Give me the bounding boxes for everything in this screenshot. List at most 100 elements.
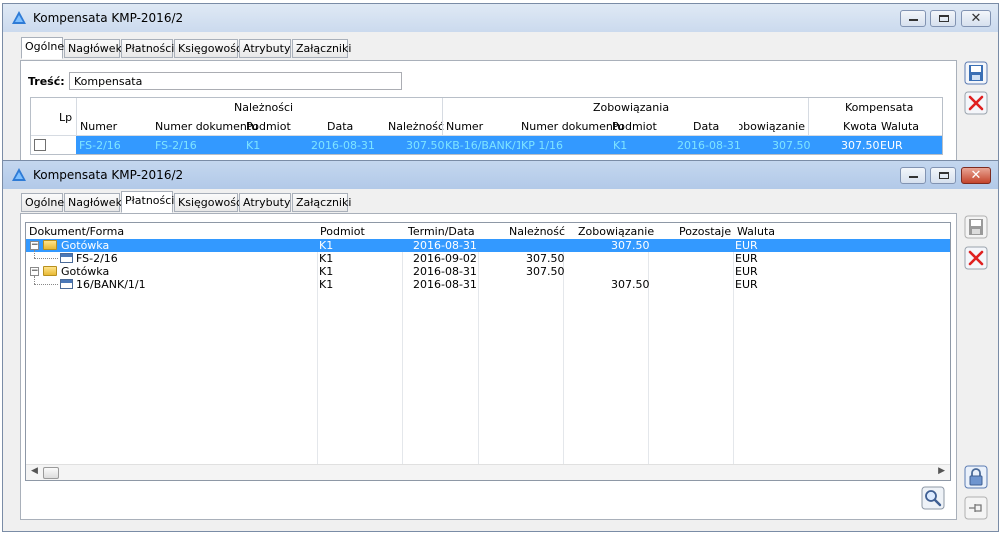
collapse-icon[interactable]: −: [30, 267, 39, 276]
cell-podmiot: K1: [319, 252, 334, 265]
minimize-button[interactable]: [900, 10, 926, 27]
col-waluta: Waluta: [881, 120, 919, 133]
cell-z-data: 2016-08-31: [677, 139, 741, 152]
cell-podmiot: K1: [319, 278, 334, 291]
delete-icon[interactable]: [964, 246, 988, 270]
col-z-data: Data: [693, 120, 720, 133]
tresc-label: Treść:: [28, 75, 65, 88]
col-lp: Lp: [59, 111, 73, 124]
cell-podmiot: K1: [319, 265, 334, 278]
cell-naleznosc: 307.50: [526, 265, 565, 278]
list-row-selected[interactable]: − Gotówka K1 2016-08-31 307.50 EUR: [26, 239, 950, 252]
close-icon: ✕: [970, 11, 982, 26]
scroll-right-icon[interactable]: ▶: [938, 466, 945, 476]
cell-doc: Gotówka: [61, 265, 110, 278]
maximize-icon: [939, 172, 949, 179]
cell-waluta: EUR: [735, 252, 758, 265]
save-icon[interactable]: [964, 215, 988, 239]
col-zobowiazanie: Zobowiązanie: [739, 120, 805, 133]
maximize-button[interactable]: [930, 10, 956, 27]
cell-z-numer: KB-16/BANK/1/: [445, 139, 520, 152]
window-title: Kompensata KMP-2016/2: [33, 11, 184, 25]
tab-atrybuty[interactable]: Atrybuty: [239, 39, 291, 58]
close-button[interactable]: ✕: [961, 10, 991, 27]
cell-data: 2016-09-02: [413, 252, 477, 265]
tab-atrybuty[interactable]: Atrybuty: [239, 193, 291, 212]
tab-zalaczniki[interactable]: Załączniki: [292, 39, 351, 58]
list-row[interactable]: 16/BANK/1/1 K1 2016-08-31 307.50 EUR: [26, 276, 950, 291]
col-numer-dokumentu: Numer dokumentu: [155, 120, 259, 133]
tab-zalaczniki[interactable]: Załączniki: [292, 193, 351, 212]
col-termin-data: Termin/Data: [408, 225, 475, 238]
col-data: Data: [327, 120, 354, 133]
tab-ksiegowosc[interactable]: Księgowość: [174, 193, 242, 212]
cell-doc: Gotówka: [61, 239, 110, 252]
window-title: Kompensata KMP-2016/2: [33, 168, 184, 182]
save-icon[interactable]: [964, 61, 988, 85]
maximize-button[interactable]: [930, 167, 956, 184]
col-naleznosc: Należność: [509, 225, 566, 238]
minimize-button[interactable]: [900, 167, 926, 184]
search-icon[interactable]: [921, 486, 945, 510]
list-row[interactable]: FS-2/16 K1 2016-09-02 307.50 EUR: [26, 250, 950, 265]
scroll-left-icon[interactable]: ◀: [31, 466, 38, 476]
lock-icon[interactable]: [964, 465, 988, 489]
col-zobowiazanie: Zobowiązanie: [578, 225, 655, 238]
folder-icon: [43, 240, 57, 250]
col-podmiot: Podmiot: [320, 225, 365, 238]
col-kwota: Kwota: [843, 120, 877, 133]
group-kompensata: Kompensata: [845, 101, 914, 114]
scroll-thumb[interactable]: [43, 467, 59, 479]
delete-icon[interactable]: [964, 91, 988, 115]
cell-n-kwota: 307.50: [406, 139, 445, 152]
tab-ogolne[interactable]: Ogólne: [21, 193, 64, 212]
maximize-icon: [939, 15, 949, 22]
col-waluta: Waluta: [737, 225, 775, 238]
cell-podmiot: K1: [319, 239, 334, 252]
col-z-numer: Numer: [446, 120, 484, 133]
cell-doc: 16/BANK/1/1: [76, 278, 146, 291]
cell-waluta: EUR: [735, 278, 758, 291]
cell-waluta: EUR: [735, 239, 758, 252]
title-bar: Kompensata KMP-2016/2 ✕: [3, 4, 998, 32]
pin-icon[interactable]: [964, 496, 988, 520]
cell-n-podmiot: K1: [246, 139, 261, 152]
cell-data: 2016-08-31: [413, 239, 477, 252]
tab-platnosci[interactable]: Płatności: [121, 191, 174, 213]
folder-icon: [43, 266, 57, 276]
cell-n-numer: FS-2/16: [79, 139, 121, 152]
tab-naglowek[interactable]: Nagłówek: [64, 39, 122, 58]
col-z-numer-dokumentu: Numer dokumentu: [521, 120, 625, 133]
document-icon: [60, 279, 73, 289]
tresc-value: Kompensata: [74, 75, 143, 88]
col-numer: Numer: [80, 120, 118, 133]
list-row[interactable]: − Gotówka K1 2016-08-31 307.50 EUR: [26, 265, 950, 278]
platnosci-list[interactable]: Dokument/Forma Podmiot Termin/Data Należ…: [25, 222, 951, 481]
group-naleznosci: Należności: [234, 101, 294, 114]
close-button[interactable]: ✕: [961, 167, 991, 184]
tab-ksiegowosc[interactable]: Księgowość: [174, 39, 242, 58]
app-logo-icon: [12, 168, 26, 181]
col-naleznosc: Należność: [388, 120, 445, 133]
cell-doc: FS-2/16: [76, 252, 118, 265]
document-icon: [60, 253, 73, 263]
tresc-input[interactable]: Kompensata: [69, 72, 402, 90]
horizontal-scrollbar[interactable]: ◀ ▶: [26, 464, 950, 480]
row-checkbox[interactable]: [34, 139, 46, 151]
cell-z-podmiot: K1: [613, 139, 628, 152]
group-zobowiazania: Zobowiązania: [593, 101, 670, 114]
cell-lp: 1: [68, 139, 75, 152]
cell-zobowiazanie: 307.50: [611, 278, 650, 291]
kompensata-grid[interactable]: Lp Należności Zobowiązania Kompensata Nu…: [30, 97, 943, 155]
col-pozostaje: Pozostaje: [679, 225, 732, 238]
cell-zobowiazanie: 307.50: [611, 239, 650, 252]
tab-platnosci[interactable]: Płatności: [121, 39, 174, 58]
tab-naglowek[interactable]: Nagłówek: [64, 193, 122, 212]
cell-n-numer-dok: FS-2/16: [155, 139, 197, 152]
tab-ogolne[interactable]: Ogólne: [21, 37, 64, 59]
cell-naleznosc: 307.50: [526, 252, 565, 265]
cell-data: 2016-08-31: [413, 278, 477, 291]
cell-n-data: 2016-08-31: [311, 139, 375, 152]
collapse-icon[interactable]: −: [30, 241, 39, 250]
cell-z-kwota: 307.50: [772, 139, 811, 152]
